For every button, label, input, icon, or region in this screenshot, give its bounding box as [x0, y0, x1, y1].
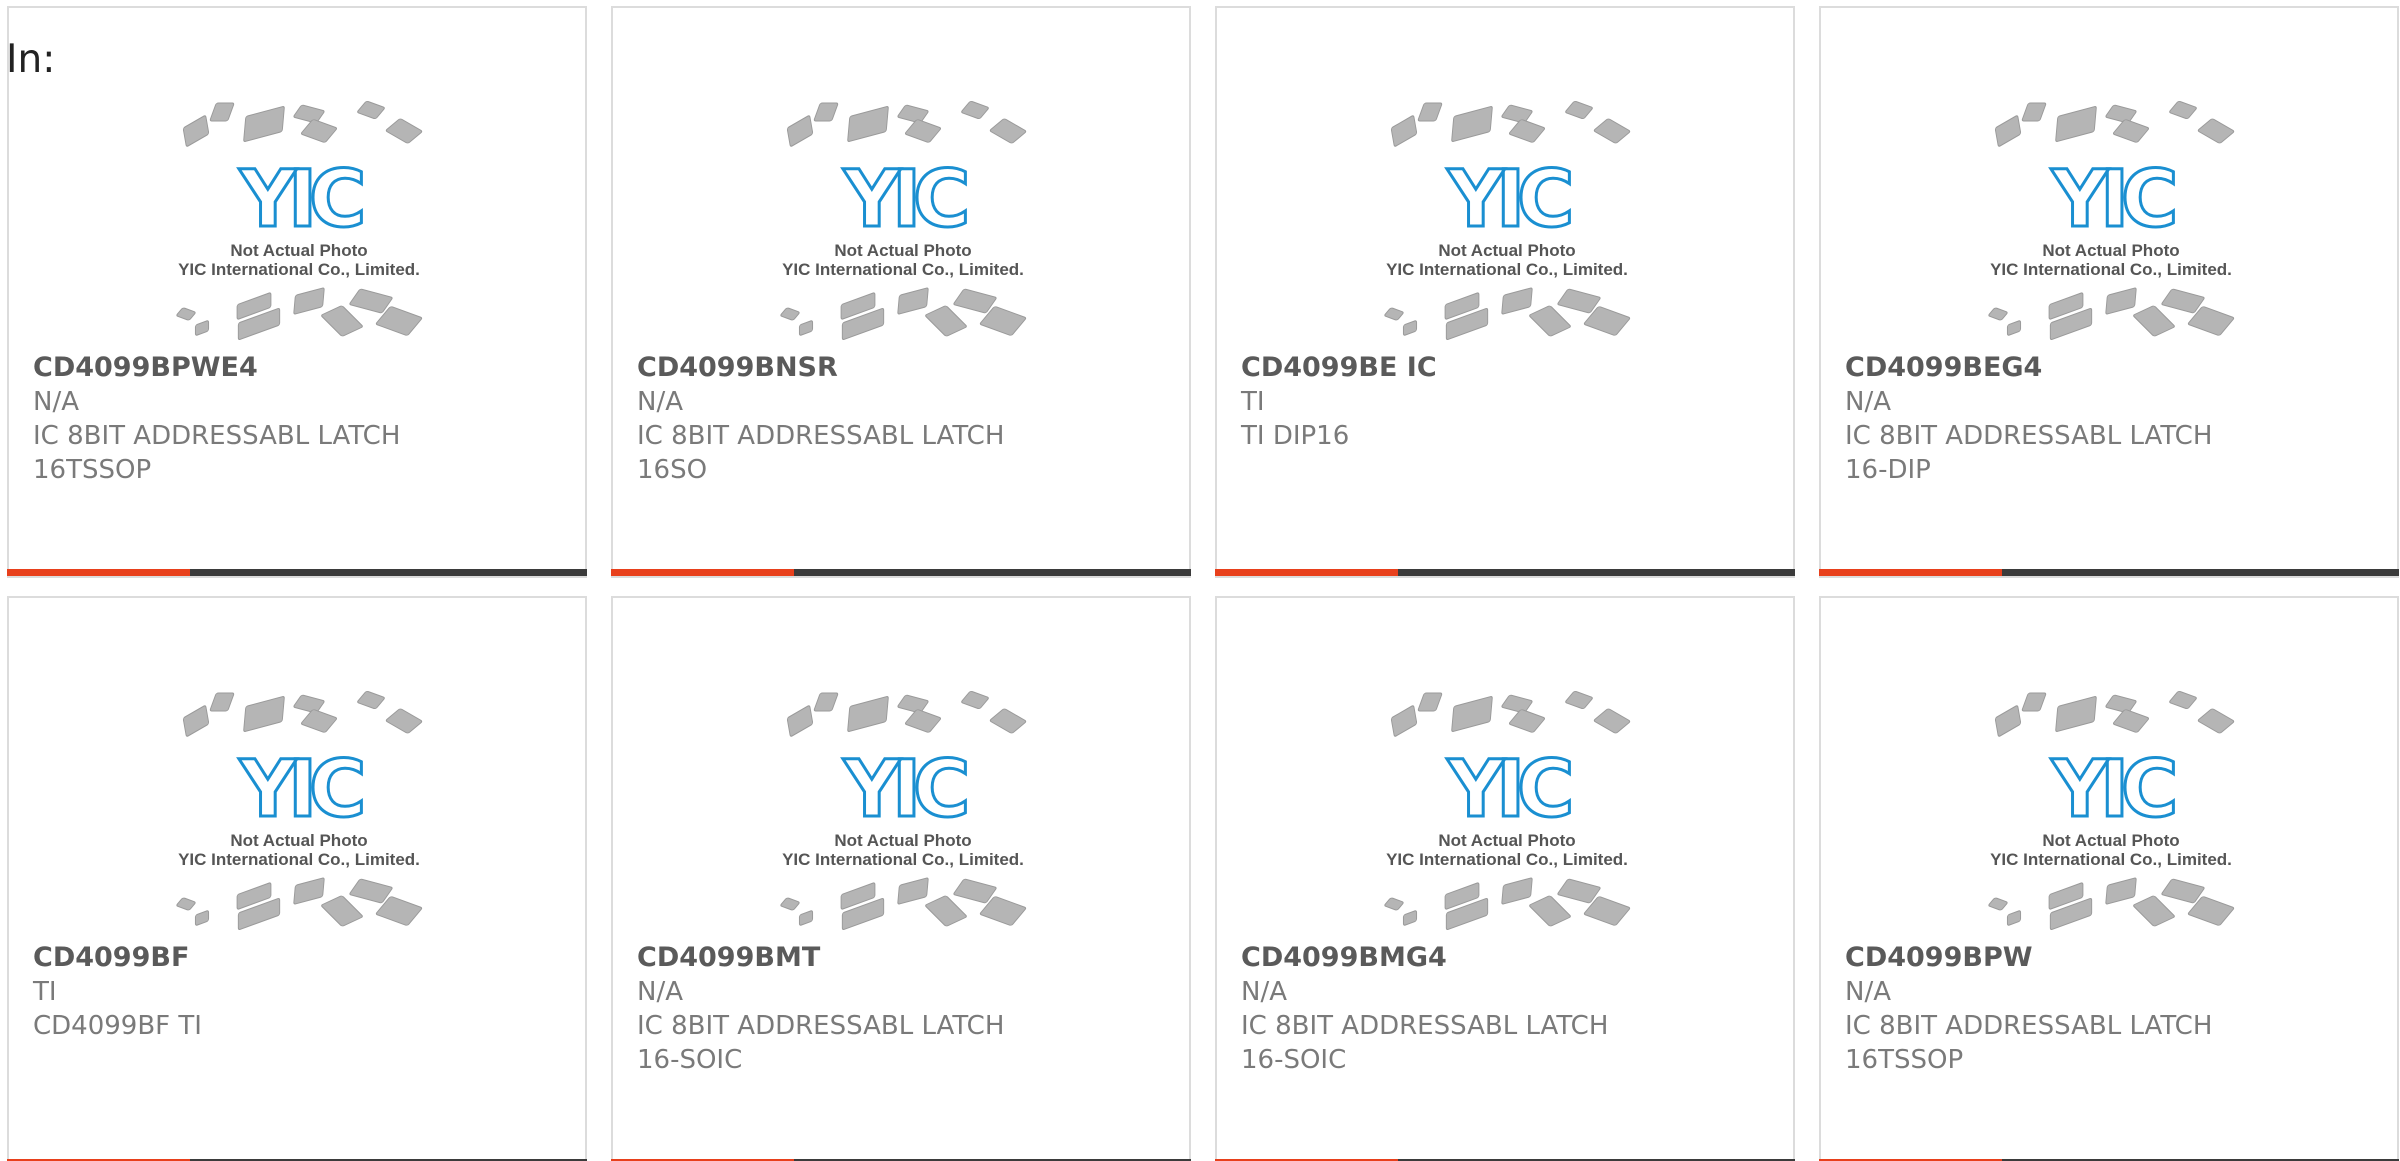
product-card[interactable]: YIC Not Actual Photo YIC International Co.…: [7, 6, 587, 578]
part-number: CD4099BMT: [637, 942, 821, 973]
filter-in-label: In:: [6, 37, 56, 82]
manufacturer: TI: [1241, 387, 1265, 417]
company-name-text: YIC International Co., Limited.: [782, 850, 1024, 869]
product-info: CD4099BPWE4 N/A IC 8BIT ADDRESSABL LATCH…: [33, 351, 443, 487]
part-number: CD4099BF: [33, 942, 190, 973]
product-description: IC 8BIT ADDRESSABL LATCH 16SO: [637, 421, 1005, 485]
placeholder-photo: YICNot Actual PhotoYIC International Co.…: [1988, 690, 2235, 931]
company-name-text: YIC International Co., Limited.: [782, 260, 1024, 279]
card-bottom-bar: [611, 569, 1191, 576]
part-number: CD4099BPW: [1845, 942, 2033, 973]
product-info: CD4099BMT N/A IC 8BIT ADDRESSABL LATCH 1…: [637, 941, 1047, 1077]
product-info: CD4099BF TI CD4099BF TI: [33, 941, 443, 1043]
placeholder-photo: YICNot Actual PhotoYIC International Co.…: [1384, 100, 1631, 341]
product-listing-page: In: YIC Not Actual Photo YIC International…: [0, 0, 2400, 1161]
not-actual-photo-text: Not Actual Photo: [1438, 241, 1575, 260]
product-description: IC 8BIT ADDRESSABL LATCH 16-SOIC: [1241, 1011, 1609, 1075]
product-description: CD4099BF TI: [33, 1011, 202, 1041]
company-name-text: YIC International Co., Limited.: [1386, 850, 1628, 869]
placeholder-photo: YICNot Actual PhotoYIC International Co.…: [176, 690, 423, 931]
product-description: IC 8BIT ADDRESSABL LATCH 16TSSOP: [1845, 1011, 2213, 1075]
product-card[interactable]: YIC Not Actual Photo YIC International Co.…: [1215, 6, 1795, 578]
not-actual-photo-text: Not Actual Photo: [230, 831, 367, 850]
yic-logo: YIC: [2051, 745, 2175, 835]
part-number: CD4099BPWE4: [33, 352, 258, 383]
yic-logo: YIC: [2051, 155, 2175, 245]
manufacturer: N/A: [1241, 977, 1287, 1007]
card-bottom-bar: [1215, 569, 1795, 576]
product-description: IC 8BIT ADDRESSABL LATCH 16-DIP: [1845, 421, 2213, 485]
product-info: CD4099BPW N/A IC 8BIT ADDRESSABL LATCH 1…: [1845, 941, 2255, 1077]
placeholder-photo: YICNot Actual PhotoYIC International Co.…: [780, 100, 1027, 341]
placeholder-photo: YICNot Actual PhotoYIC International Co.…: [1384, 690, 1631, 931]
product-card[interactable]: YIC Not Actual Photo YIC International Co.…: [7, 596, 587, 1161]
placeholder-photo: YICNot Actual PhotoYIC International Co.…: [780, 690, 1027, 931]
yic-logo: YIC: [1447, 155, 1571, 245]
yic-logo: YIC: [239, 745, 363, 835]
not-actual-photo-text: Not Actual Photo: [2042, 241, 2179, 260]
product-card[interactable]: YIC Not Actual Photo YIC International Co.…: [611, 6, 1191, 578]
part-number: CD4099BEG4: [1845, 352, 2043, 383]
placeholder-photo: YICNot Actual PhotoYIC International Co.…: [176, 100, 423, 341]
company-name-text: YIC International Co., Limited.: [178, 260, 420, 279]
part-number: CD4099BMG4: [1241, 942, 1447, 973]
product-info: CD4099BEG4 N/A IC 8BIT ADDRESSABL LATCH …: [1845, 351, 2255, 487]
company-name-text: YIC International Co., Limited.: [1990, 850, 2232, 869]
not-actual-photo-text: Not Actual Photo: [2042, 831, 2179, 850]
manufacturer: TI: [33, 977, 57, 1007]
product-description: IC 8BIT ADDRESSABL LATCH 16TSSOP: [33, 421, 401, 485]
product-description: TI DIP16: [1241, 421, 1350, 451]
yic-logo: YIC: [239, 155, 363, 245]
manufacturer: N/A: [637, 977, 683, 1007]
product-card[interactable]: YIC Not Actual Photo YIC International Co.…: [1819, 596, 2399, 1161]
product-card[interactable]: YIC Not Actual Photo YIC International Co.…: [611, 596, 1191, 1161]
company-name-text: YIC International Co., Limited.: [1990, 260, 2232, 279]
manufacturer: N/A: [1845, 387, 1891, 417]
product-info: CD4099BMG4 N/A IC 8BIT ADDRESSABL LATCH …: [1241, 941, 1651, 1077]
product-card[interactable]: YIC Not Actual Photo YIC International Co.…: [1819, 6, 2399, 578]
yic-logo: YIC: [843, 155, 967, 245]
yic-logo: YIC: [843, 745, 967, 835]
product-info: CD4099BE IC TI TI DIP16: [1241, 351, 1651, 453]
manufacturer: N/A: [637, 387, 683, 417]
placeholder-photo: YICNot Actual PhotoYIC International Co.…: [1988, 100, 2235, 341]
manufacturer: N/A: [33, 387, 79, 417]
yic-logo: YIC: [1447, 745, 1571, 835]
company-name-text: YIC International Co., Limited.: [1386, 260, 1628, 279]
not-actual-photo-text: Not Actual Photo: [1438, 831, 1575, 850]
product-grid: YIC Not Actual Photo YIC International Co.…: [7, 6, 2399, 1161]
not-actual-photo-text: Not Actual Photo: [834, 831, 971, 850]
product-card[interactable]: YIC Not Actual Photo YIC International Co.…: [1215, 596, 1795, 1161]
part-number: CD4099BNSR: [637, 352, 838, 383]
part-number: CD4099BE IC: [1241, 352, 1437, 383]
not-actual-photo-text: Not Actual Photo: [230, 241, 367, 260]
card-bottom-bar: [7, 569, 587, 576]
manufacturer: N/A: [1845, 977, 1891, 1007]
not-actual-photo-text: Not Actual Photo: [834, 241, 971, 260]
card-bottom-bar: [1819, 569, 2399, 576]
product-info: CD4099BNSR N/A IC 8BIT ADDRESSABL LATCH …: [637, 351, 1047, 487]
product-description: IC 8BIT ADDRESSABL LATCH 16-SOIC: [637, 1011, 1005, 1075]
company-name-text: YIC International Co., Limited.: [178, 850, 420, 869]
